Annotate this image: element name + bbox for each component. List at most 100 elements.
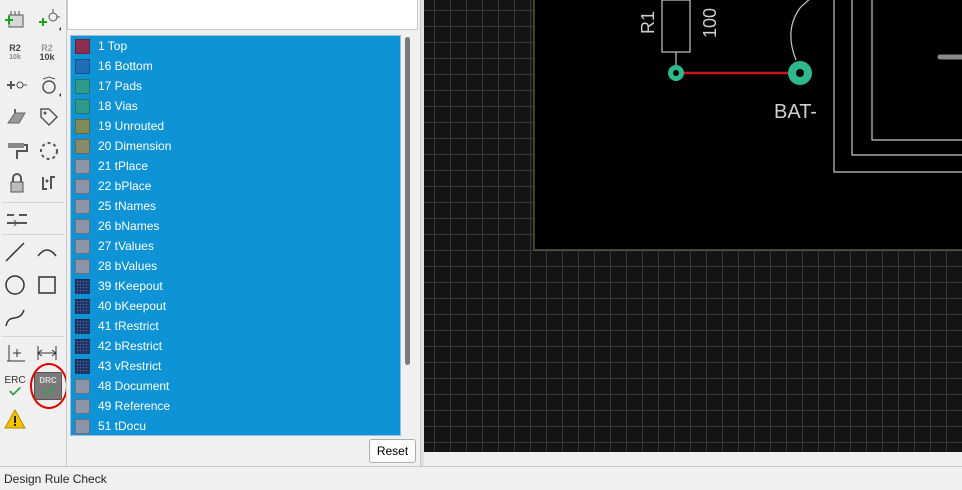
group-icon[interactable]	[34, 136, 64, 166]
layer-color-swatch[interactable]	[75, 378, 90, 394]
layer-color-swatch[interactable]	[75, 38, 90, 54]
layer-color-swatch[interactable]	[75, 418, 90, 434]
line-icon[interactable]	[0, 237, 30, 267]
layer-list[interactable]: 1 Top 16 Bottom 17 Pads 18 Vias 19 Unrouted 2…	[70, 35, 401, 436]
layer-color-swatch[interactable]	[75, 338, 90, 354]
add-part-icon[interactable]	[2, 4, 32, 34]
layer-label: 18 Vias	[98, 99, 138, 113]
layer-color-swatch[interactable]	[75, 258, 90, 274]
paint-icon[interactable]	[2, 102, 32, 132]
layer-color-swatch[interactable]	[75, 118, 90, 134]
rect-icon[interactable]	[32, 270, 62, 300]
pin-icon[interactable]	[34, 4, 64, 34]
erc-button[interactable]: ERC	[0, 371, 30, 401]
status-text: Design Rule Check	[4, 472, 107, 486]
canvas-bottom-strip	[424, 452, 962, 466]
layer-label: 22 bPlace	[98, 179, 152, 193]
board-fill	[534, 0, 962, 250]
lock-icon[interactable]	[2, 168, 32, 198]
layer-color-swatch[interactable]	[75, 58, 90, 74]
drc-highlight-circle	[30, 363, 68, 409]
toolbar-separator	[2, 202, 64, 203]
layer-row[interactable]: 18 Vias	[71, 96, 400, 116]
brush-icon[interactable]	[2, 136, 32, 166]
layer-label: 26 bNames	[98, 219, 160, 233]
warning-icon[interactable]	[0, 404, 30, 434]
attribute-icon[interactable]	[34, 102, 64, 132]
layer-row[interactable]: 22 bPlace	[71, 176, 400, 196]
layer-label: 43 vRestrict	[98, 359, 162, 373]
arc-icon[interactable]	[32, 237, 62, 267]
layer-label: 28 bValues	[98, 259, 158, 273]
layer-row[interactable]: 19 Unrouted	[71, 116, 400, 136]
status-bar: Design Rule Check	[0, 466, 962, 490]
smash-icon[interactable]	[2, 70, 32, 100]
name-tool-sub: 10k	[9, 54, 21, 61]
split-icon[interactable]	[2, 204, 32, 234]
layer-row[interactable]: 27 tValues	[71, 236, 400, 256]
layer-row[interactable]: 17 Pads	[71, 76, 400, 96]
part-value-label: 100	[700, 8, 720, 38]
net-label: BAT-	[774, 101, 817, 123]
check-icon	[9, 386, 21, 396]
layer-color-swatch[interactable]	[75, 178, 90, 194]
layer-label: 20 Dimension	[98, 139, 172, 153]
layer-label: 16 Bottom	[98, 59, 153, 73]
circle-icon[interactable]	[0, 270, 30, 300]
toolbar-separator	[2, 234, 64, 235]
layer-row[interactable]: 39 tKeepout	[71, 276, 400, 296]
value-tool-button[interactable]: R2 10k	[32, 38, 62, 68]
layer-row[interactable]: 43 vRestrict	[71, 356, 400, 376]
layer-color-swatch[interactable]	[75, 358, 90, 374]
layer-row[interactable]: 25 tNames	[71, 196, 400, 216]
layer-label: 42 bRestrict	[98, 339, 163, 353]
layer-color-swatch[interactable]	[75, 278, 90, 294]
layer-label: 49 Reference	[98, 399, 171, 413]
layer-row[interactable]: 26 bNames	[71, 216, 400, 236]
spline-icon[interactable]	[0, 303, 30, 333]
layer-row[interactable]: 41 tRestrict	[71, 316, 400, 336]
pad-drill	[796, 69, 804, 77]
command-toolbar: R2 10k R2 10k ERC DRC	[0, 0, 68, 466]
layer-label: 21 tPlace	[98, 159, 149, 173]
layer-color-swatch[interactable]	[75, 218, 90, 234]
layer-row[interactable]: 48 Document	[71, 376, 400, 396]
layer-color-swatch[interactable]	[75, 158, 90, 174]
layer-row[interactable]: 40 bKeepout	[71, 296, 400, 316]
layer-label: 19 Unrouted	[98, 119, 165, 133]
layer-label: 51 tDocu	[98, 419, 147, 433]
layer-label: 27 tValues	[98, 239, 154, 253]
scrollbar-thumb[interactable]	[405, 37, 410, 365]
board-drawing: R1 100 BAT-	[533, 0, 962, 251]
layer-color-swatch[interactable]	[75, 198, 90, 214]
board-canvas[interactable]: R1 100 BAT-	[424, 0, 962, 452]
layer-label: 48 Document	[98, 379, 170, 393]
mark-icon[interactable]	[0, 338, 30, 368]
layer-row[interactable]: 28 bValues	[71, 256, 400, 276]
part-name-label: R1	[638, 11, 658, 34]
layer-row[interactable]: 20 Dimension	[71, 136, 400, 156]
change-icon[interactable]	[34, 70, 64, 100]
name-tool-button[interactable]: R2 10k	[0, 38, 30, 68]
layer-row[interactable]: 49 Reference	[71, 396, 400, 416]
layer-color-swatch[interactable]	[75, 398, 90, 414]
layer-label: 41 tRestrict	[98, 319, 159, 333]
layer-label: 1 Top	[98, 39, 128, 53]
layer-color-swatch[interactable]	[75, 98, 90, 114]
layer-color-swatch[interactable]	[75, 138, 90, 154]
layer-color-swatch[interactable]	[75, 78, 90, 94]
layer-label: 25 tNames	[98, 199, 157, 213]
layer-color-swatch[interactable]	[75, 238, 90, 254]
layer-color-swatch[interactable]	[75, 318, 90, 334]
layer-row[interactable]: 42 bRestrict	[71, 336, 400, 356]
layer-color-swatch[interactable]	[75, 298, 90, 314]
replace-icon[interactable]	[34, 168, 64, 198]
value-tool-sub: 10k	[39, 52, 55, 62]
layer-list-scrollbar[interactable]	[403, 35, 412, 436]
layer-row[interactable]: 21 tPlace	[71, 156, 400, 176]
layer-row[interactable]: 16 Bottom	[71, 56, 400, 76]
layer-row[interactable]: 1 Top	[71, 36, 400, 56]
eagle-board-editor: R2 10k R2 10k ERC DRC 1 Top 16 Bottom 17…	[0, 0, 962, 490]
reset-button[interactable]: Reset	[369, 439, 416, 463]
layer-row[interactable]: 51 tDocu	[71, 416, 400, 435]
